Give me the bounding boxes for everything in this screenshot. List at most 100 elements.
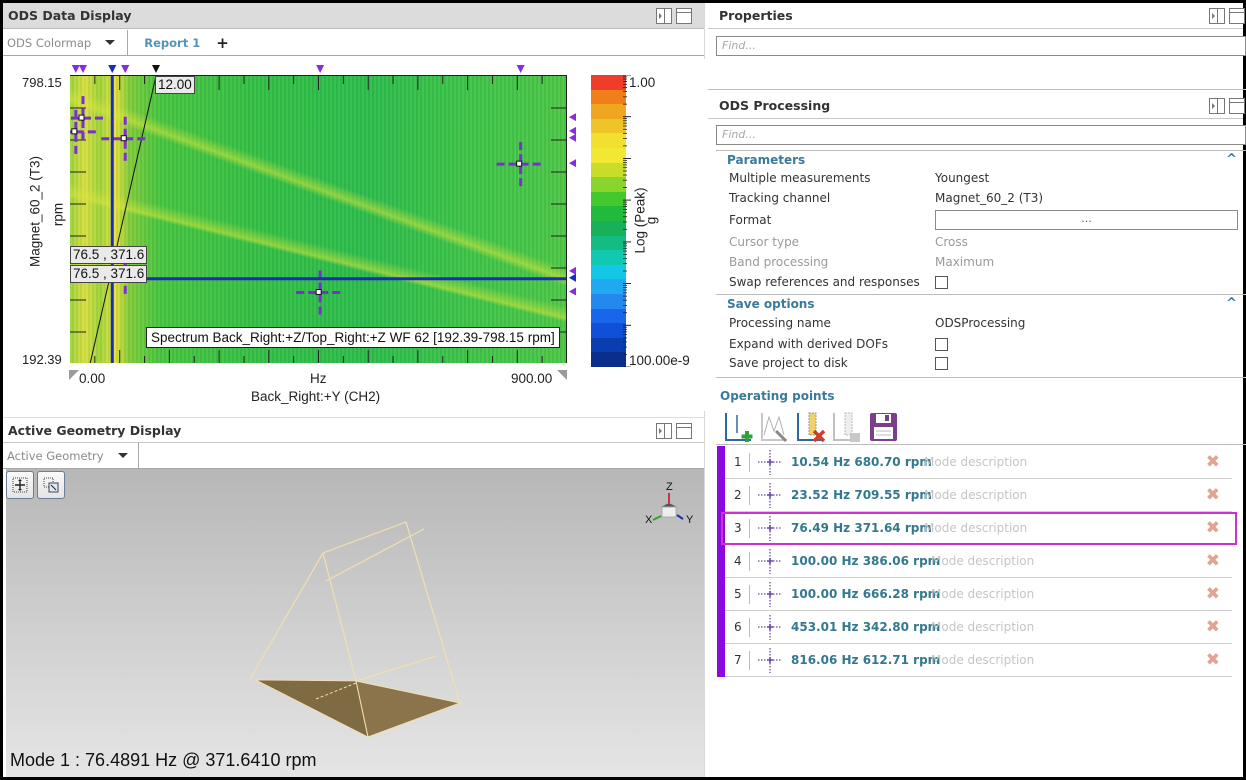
geometry-viewport[interactable]: Z X Y Mode 1: 76.4891 Hz @ 371.6410 rpm <box>6 469 704 777</box>
mode-description-input[interactable]: Mode description <box>931 620 1034 634</box>
collapse-save-options-icon[interactable]: ^ <box>1226 296 1237 311</box>
operating-point-index: 4 <box>734 554 742 568</box>
cross-cursor-icon <box>758 615 782 640</box>
cross-cursor-icon <box>758 450 782 475</box>
param-tracking-channel[interactable]: Tracking channel Magnet_60_2 (T3) <box>729 188 1244 208</box>
maximize-panel-icon[interactable] <box>1229 8 1245 24</box>
colorbar-segment <box>591 235 626 251</box>
operating-point-row[interactable]: 5 100.00 Hz 666.28 rpm Mode description ✖ <box>717 578 1232 611</box>
top-marker-triangle[interactable] <box>516 65 525 73</box>
delete-point-icon[interactable]: ✖ <box>1206 551 1220 571</box>
colorbar-segment <box>591 352 626 367</box>
colorbar-segment <box>591 89 626 105</box>
tab-report-1[interactable]: Report 1 <box>128 36 216 50</box>
split-panel-icon[interactable] <box>656 8 672 24</box>
divider <box>716 444 1246 445</box>
chevron-down-icon <box>105 40 116 45</box>
colormap-overlay <box>70 76 566 363</box>
format-field[interactable]: ... <box>935 210 1238 230</box>
swap-references-checkbox[interactable] <box>935 275 948 289</box>
mode-description-input[interactable]: Mode description <box>931 587 1034 601</box>
delete-point-icon[interactable]: ✖ <box>1206 518 1220 538</box>
param-format: Format ... <box>729 210 1244 230</box>
separator <box>749 519 750 538</box>
param-band-processing: Band processing Maximum <box>729 252 1244 272</box>
split-panel-icon[interactable] <box>1209 98 1225 114</box>
maximize-panel-icon[interactable] <box>676 8 692 24</box>
operating-point-color-bar <box>717 545 725 578</box>
split-panel-icon[interactable] <box>656 423 672 439</box>
operating-point-row[interactable]: 2 23.52 Hz 709.55 rpm Mode description ✖ <box>717 479 1232 512</box>
operating-point-row[interactable]: 6 453.01 Hz 342.80 rpm Mode description ✖ <box>717 611 1232 644</box>
colorbar-segment <box>591 162 626 178</box>
delete-point-icon[interactable]: ✖ <box>1206 485 1220 505</box>
save-processing-name[interactable]: Processing name ODSProcessing <box>729 313 1244 333</box>
operating-point-color-bar <box>717 611 725 644</box>
delete-point-icon[interactable]: ✖ <box>1206 584 1220 604</box>
spectrum-tooltip: Spectrum Back_Right:+Z/Top_Right:+Z WF 6… <box>146 327 560 348</box>
mode-description-input[interactable]: Mode description <box>931 554 1034 568</box>
delete-point-icon[interactable]: ✖ <box>1206 650 1220 670</box>
mode-description-input[interactable]: Mode description <box>924 455 1027 469</box>
properties-find-input[interactable]: Find... <box>716 36 1246 56</box>
operating-point-row[interactable]: 1 10.54 Hz 680.70 rpm Mode description ✖ <box>717 446 1232 479</box>
collapse-parameters-icon[interactable]: ^ <box>1226 152 1237 167</box>
delete-operating-point-button[interactable] <box>795 411 829 443</box>
colorbar-segment <box>591 75 626 90</box>
colorbar-max-label: 1.00 <box>629 75 656 90</box>
y-max-label: 798.15 <box>22 75 62 90</box>
order-marker-triangle[interactable] <box>152 65 160 73</box>
separator <box>749 618 750 637</box>
operating-point-row[interactable]: 4 100.00 Hz 386.06 rpm Mode description ✖ <box>717 545 1232 578</box>
top-marker-triangle[interactable] <box>316 65 325 73</box>
colormap-dropdown[interactable]: ODS Colormap <box>3 29 129 56</box>
right-marker-triangle[interactable] <box>569 113 576 122</box>
x-left-scroll-handle[interactable] <box>69 370 79 380</box>
parameters-section-title[interactable]: Parameters <box>727 153 805 167</box>
save-icon <box>870 413 897 441</box>
save-options-section-title[interactable]: Save options <box>727 297 815 311</box>
add-tab-button[interactable]: + <box>216 34 229 52</box>
ods-processing-find-input[interactable]: Find... <box>716 125 1246 145</box>
delete-point-icon[interactable]: ✖ <box>1206 452 1220 472</box>
operating-point-index: 3 <box>734 521 742 535</box>
app-window: ODS Data Display ODS Colormap Report 1 +… <box>0 0 1246 780</box>
add-operating-point-button[interactable] <box>723 411 757 443</box>
right-marker-triangle[interactable] <box>569 133 576 142</box>
right-marker-triangle[interactable] <box>569 266 576 275</box>
operating-point-row[interactable]: 3 76.49 Hz 371.64 rpm Mode description ✖ <box>717 512 1237 545</box>
save-to-disk-checkbox[interactable] <box>935 356 948 370</box>
param-value: Magnet_60_2 (T3) <box>935 191 1044 205</box>
maximize-panel-icon[interactable] <box>676 423 692 439</box>
active-cursor-triangle[interactable] <box>108 65 117 73</box>
operating-point-value: 76.49 Hz 371.64 rpm <box>791 521 932 535</box>
mode-description-input[interactable]: Mode description <box>924 521 1027 535</box>
colormap-plot-area[interactable] <box>70 75 567 363</box>
operating-point-row[interactable]: 7 816.06 Hz 612.71 rpm Mode description ✖ <box>717 644 1232 677</box>
save-points-button[interactable] <box>867 411 901 443</box>
top-marker-triangle[interactable] <box>78 65 87 73</box>
mode-description-input[interactable]: Mode description <box>931 653 1034 667</box>
operating-point-value: 453.01 Hz 342.80 rpm <box>791 620 941 634</box>
param-label: Multiple measurements <box>729 171 871 185</box>
export-points-button[interactable] <box>831 411 865 443</box>
top-marker-triangle[interactable] <box>71 65 80 73</box>
divider <box>716 377 1246 378</box>
maximize-panel-icon[interactable] <box>1229 98 1245 114</box>
expand-dofs-checkbox[interactable] <box>935 337 948 351</box>
operating-point-color-bar <box>717 578 725 611</box>
mode-description-input[interactable]: Mode description <box>924 488 1027 502</box>
right-marker-triangle[interactable] <box>569 287 576 296</box>
pick-peak-button[interactable] <box>759 411 793 443</box>
geometry-tab-bar: Active Geometry <box>3 442 704 469</box>
active-cursor-right-triangle[interactable] <box>569 273 576 282</box>
split-panel-icon[interactable] <box>1209 8 1225 24</box>
top-marker-triangle[interactable] <box>121 65 130 73</box>
ods-processing-header: ODS Processing <box>708 93 1245 119</box>
right-marker-triangle[interactable] <box>569 159 576 168</box>
right-marker-triangle[interactable] <box>569 126 576 135</box>
delete-point-icon[interactable]: ✖ <box>1206 617 1220 637</box>
geometry-dropdown[interactable]: Active Geometry <box>3 442 139 469</box>
x-right-scroll-handle[interactable] <box>557 370 567 380</box>
param-multiple-measurements[interactable]: Multiple measurements Youngest <box>729 168 1244 188</box>
